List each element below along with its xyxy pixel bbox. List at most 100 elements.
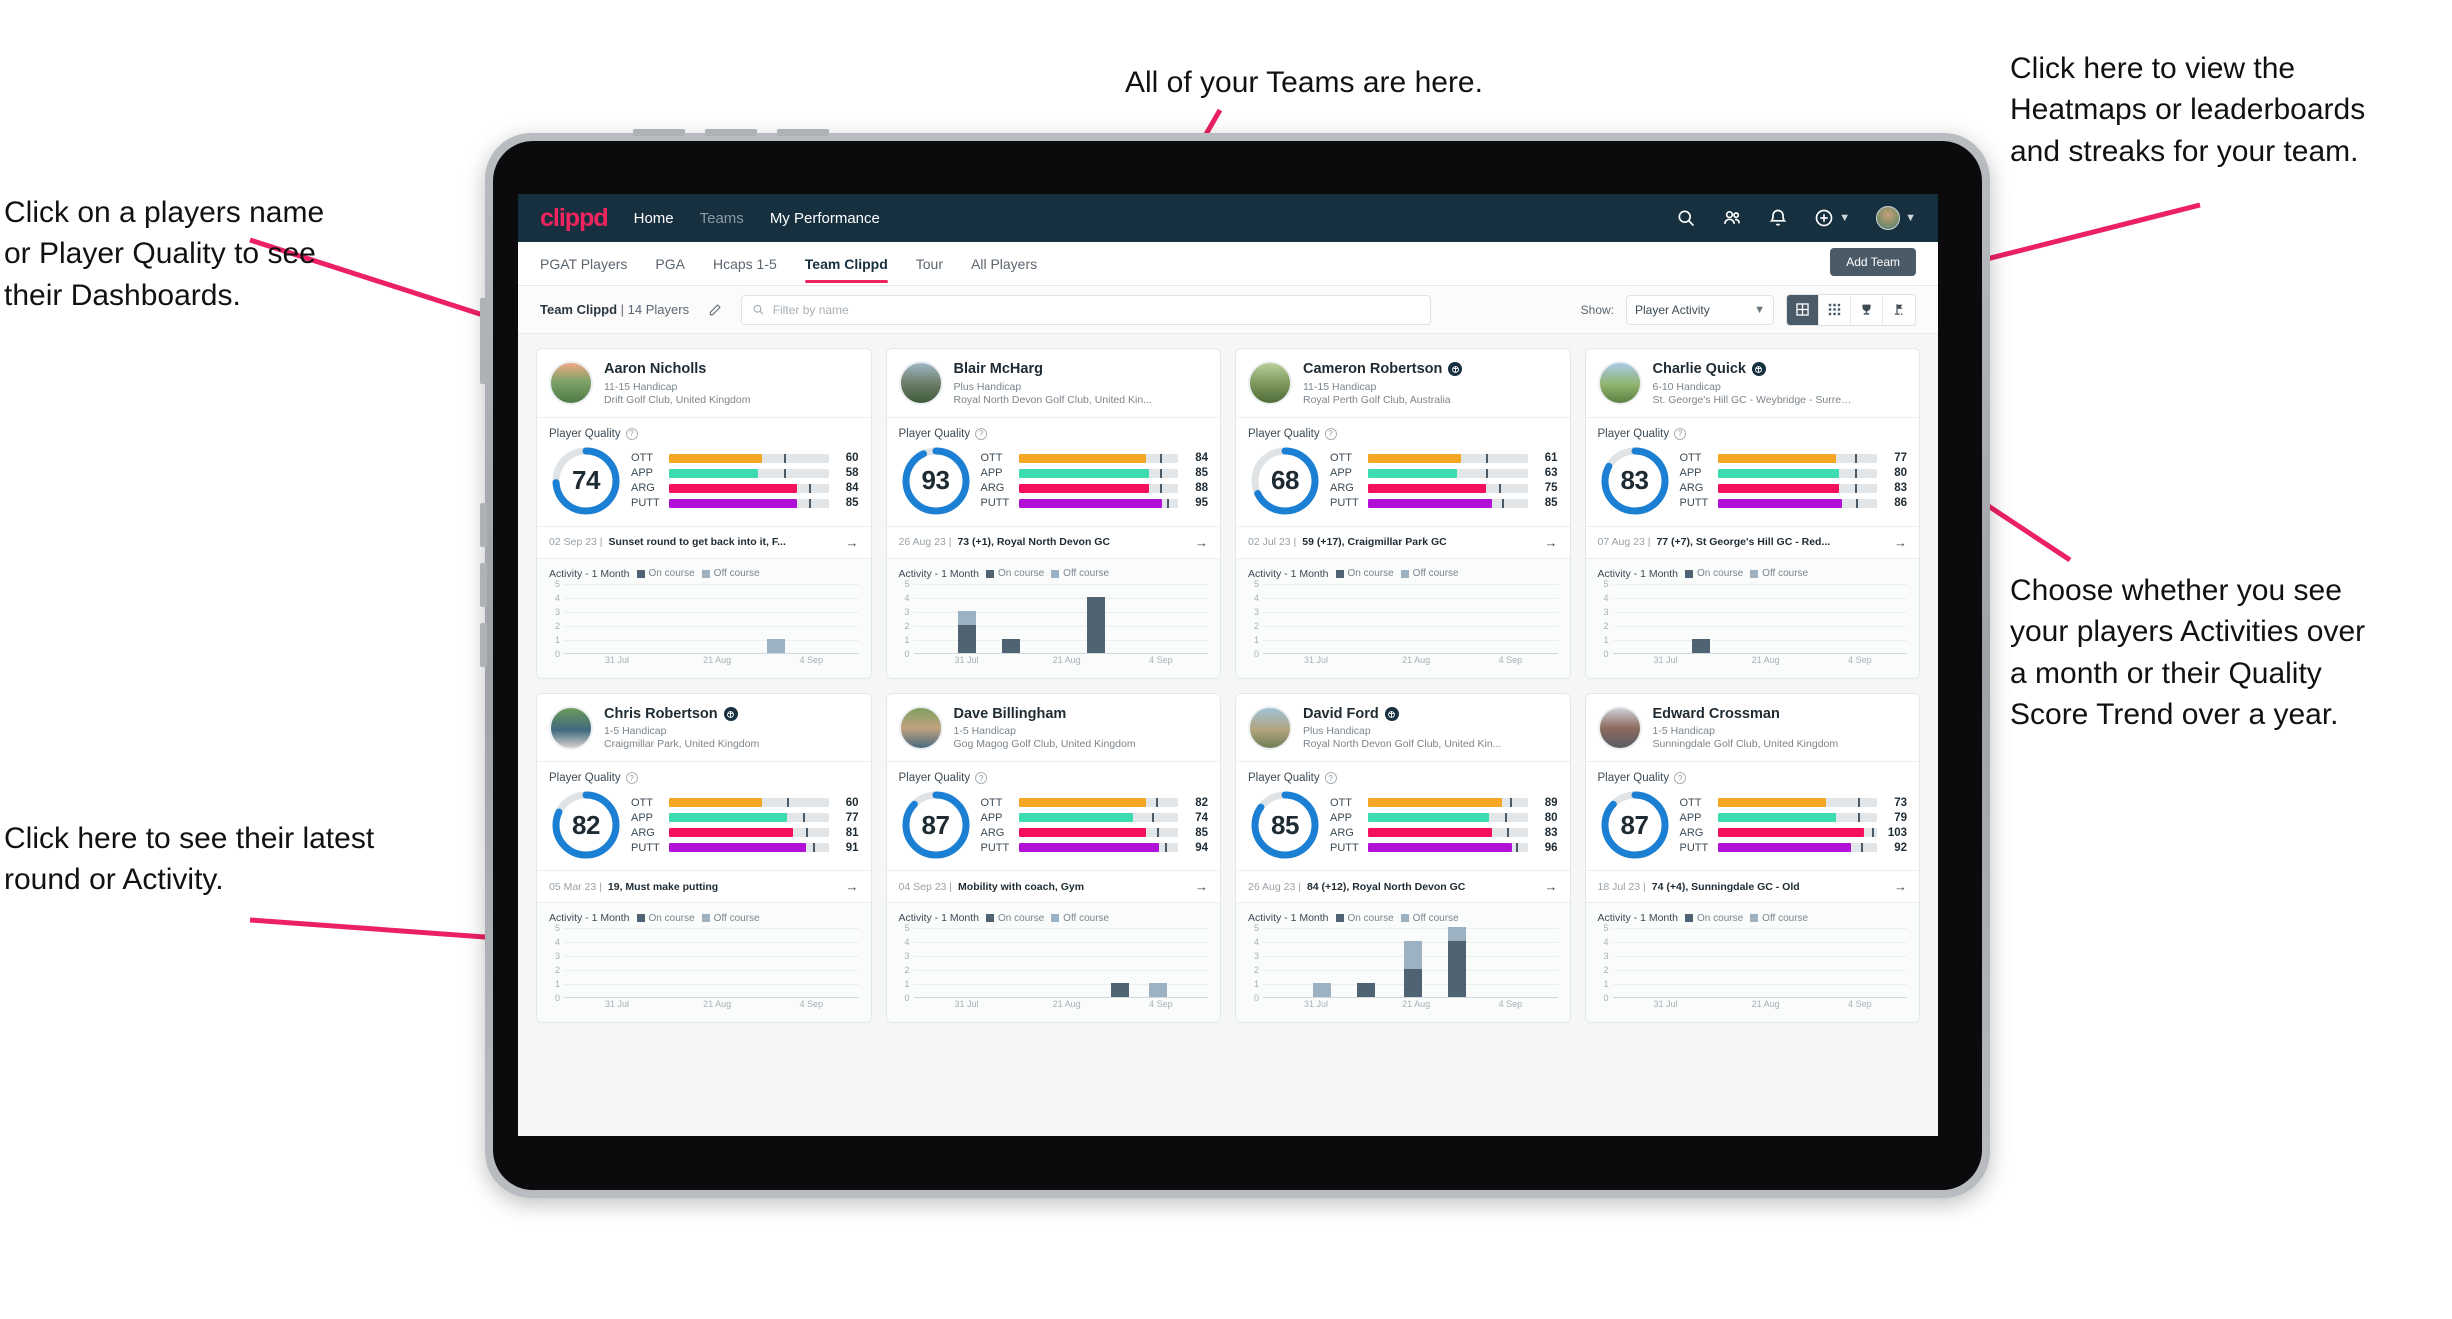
help-icon[interactable]: ? bbox=[1674, 772, 1687, 785]
player-card[interactable]: Edward Crossman 1-5 Handicap Sunningdale G… bbox=[1584, 692, 1920, 1024]
player-name[interactable]: Cameron Robertson bbox=[1303, 361, 1463, 378]
player-card-header[interactable]: Chris Robertson 1-5 Handicap Craigmillar P… bbox=[537, 694, 871, 763]
help-icon[interactable]: ? bbox=[625, 427, 638, 440]
latest-round-row[interactable]: 18 Jul 23 | 74 (+4), Sunningdale GC - Old… bbox=[1585, 871, 1919, 904]
metric-bar-fill bbox=[1018, 498, 1163, 508]
player-quality-section[interactable]: Player Quality? 68 OTT 61 APP 63 ARG 75 PUTT 85 bbox=[1236, 418, 1570, 527]
metric-benchmark-tick bbox=[1505, 813, 1508, 823]
player-name[interactable]: Blair McHarg bbox=[954, 361, 1152, 378]
quality-metric-row: PUTT 94 bbox=[981, 842, 1209, 854]
player-card-header[interactable]: David Ford Plus Handicap Royal North Devon… bbox=[1236, 694, 1570, 763]
latest-round-row[interactable]: 26 Aug 23 | 73 (+1), Royal North Devon GC… bbox=[886, 526, 1220, 559]
metric-label: APP bbox=[631, 467, 654, 480]
chart-gridline bbox=[1612, 639, 1907, 641]
player-quality-section[interactable]: Player Quality? 87 OTT 73 APP 79 ARG 103 PUTT 92 bbox=[1585, 762, 1919, 872]
player-quality-label: Player Quality bbox=[898, 772, 971, 785]
metric-value: 82 bbox=[1195, 796, 1208, 809]
player-name[interactable]: Dave Billingham bbox=[954, 706, 1136, 723]
quality-metrics-list: OTT 89 APP 80 ARG 83 PUTT 96 bbox=[1330, 797, 1558, 854]
player-card[interactable]: David Ford Plus Handicap Royal North Devon… bbox=[1235, 692, 1571, 1024]
player-card-header[interactable]: Aaron Nicholls 11-15 Handicap Drift Golf C… bbox=[537, 349, 871, 418]
player-name[interactable]: David Ford bbox=[1303, 706, 1501, 723]
help-icon[interactable]: ? bbox=[625, 772, 638, 785]
nav-link-teams[interactable]: Teams bbox=[700, 210, 744, 227]
arrow-right-icon[interactable]: → bbox=[846, 535, 859, 550]
show-select[interactable]: Player Activity ▼ bbox=[1626, 294, 1774, 325]
player-quality-section[interactable]: Player Quality? 82 OTT 60 APP 77 ARG 81 PUTT 91 bbox=[537, 762, 871, 872]
metric-label: ARG bbox=[1330, 482, 1354, 495]
streaks-flag-button[interactable] bbox=[1883, 294, 1915, 325]
chart-gridline bbox=[1612, 597, 1907, 599]
chart-gridline bbox=[564, 942, 859, 944]
player-card[interactable]: Chris Robertson 1-5 Handicap Craigmillar P… bbox=[536, 692, 872, 1024]
quality-metric-row: APP 80 bbox=[1330, 812, 1558, 824]
people-icon[interactable] bbox=[1722, 208, 1742, 228]
search-field-wrapper[interactable] bbox=[741, 294, 1432, 325]
help-icon[interactable]: ? bbox=[975, 427, 988, 440]
latest-round-row[interactable]: 04 Sep 23 | Mobility with coach, Gym → bbox=[886, 871, 1220, 904]
player-card[interactable]: Charlie Quick 6-10 Handicap St. George's H… bbox=[1584, 348, 1920, 679]
latest-round-row[interactable]: 26 Aug 23 | 84 (+12), Royal North Devon G… bbox=[1236, 871, 1570, 904]
y-tick-label: 2 bbox=[1253, 620, 1259, 631]
player-card-header[interactable]: Dave Billingham 1-5 Handicap Gog Magog Gol… bbox=[886, 694, 1220, 763]
help-icon[interactable]: ? bbox=[1674, 427, 1687, 440]
help-icon[interactable]: ? bbox=[975, 772, 988, 785]
arrow-right-icon[interactable]: → bbox=[1894, 535, 1907, 550]
metric-bar-fill bbox=[1368, 468, 1458, 478]
tab-team-clippd[interactable]: Team Clippd bbox=[804, 242, 888, 286]
search-input[interactable] bbox=[772, 302, 1421, 317]
help-icon[interactable]: ? bbox=[1324, 772, 1337, 785]
tab-tour[interactable]: Tour bbox=[916, 242, 943, 286]
player-card[interactable]: Blair McHarg Plus Handicap Royal North Dev… bbox=[885, 348, 1221, 679]
plus-circle-icon[interactable]: ▼ bbox=[1814, 208, 1850, 228]
player-quality-section[interactable]: Player Quality? 74 OTT 60 APP 58 ARG 84 PUTT 85 bbox=[537, 418, 871, 527]
latest-round-row[interactable]: 07 Aug 23 | 77 (+7), St George's Hill GC … bbox=[1585, 526, 1919, 559]
arrow-right-icon[interactable]: → bbox=[1545, 879, 1558, 894]
dense-grid-view-button[interactable] bbox=[1819, 294, 1851, 325]
player-name[interactable]: Edward Crossman bbox=[1653, 706, 1839, 723]
player-card-header[interactable]: Charlie Quick 6-10 Handicap St. George's H… bbox=[1585, 349, 1919, 418]
player-card-header[interactable]: Edward Crossman 1-5 Handicap Sunningdale G… bbox=[1585, 694, 1919, 763]
player-card-header[interactable]: Blair McHarg Plus Handicap Royal North Dev… bbox=[886, 349, 1220, 418]
nav-link-my-performance[interactable]: My Performance bbox=[770, 210, 880, 227]
tab-all-players[interactable]: All Players bbox=[971, 242, 1037, 286]
metric-bar-fill bbox=[1717, 483, 1839, 493]
player-card[interactable]: Cameron Robertson 11-15 Handicap Royal Per… bbox=[1235, 348, 1571, 679]
clippd-logo[interactable]: clippd bbox=[540, 204, 609, 233]
device-side-button-2 bbox=[480, 563, 487, 607]
latest-round-row[interactable]: 02 Jul 23 | 59 (+17), Craigmillar Park GC… bbox=[1236, 526, 1570, 559]
player-name[interactable]: Charlie Quick bbox=[1653, 361, 1853, 378]
avatar-menu[interactable]: ▼ bbox=[1876, 206, 1916, 230]
player-quality-section[interactable]: Player Quality? 83 OTT 77 APP 80 ARG 83 PUTT 86 bbox=[1585, 418, 1919, 527]
avatar bbox=[898, 361, 943, 405]
player-name[interactable]: Chris Robertson bbox=[604, 706, 759, 723]
metric-label: OTT bbox=[1679, 452, 1702, 465]
nav-link-home[interactable]: Home bbox=[634, 210, 674, 227]
bell-icon[interactable] bbox=[1768, 208, 1788, 228]
player-card[interactable]: Aaron Nicholls 11-15 Handicap Drift Golf C… bbox=[536, 348, 872, 679]
player-quality-section[interactable]: Player Quality? 93 OTT 84 APP 85 ARG 88 PUTT 95 bbox=[886, 418, 1220, 527]
player-quality-section[interactable]: Player Quality? 85 OTT 89 APP 80 ARG 83 PUTT 96 bbox=[1236, 762, 1570, 872]
arrow-right-icon[interactable]: → bbox=[1195, 879, 1208, 894]
player-card[interactable]: Dave Billingham 1-5 Handicap Gog Magog Gol… bbox=[885, 692, 1221, 1024]
metric-bar-fill bbox=[1717, 498, 1842, 508]
tab-hcaps-1-5[interactable]: Hcaps 1-5 bbox=[713, 242, 777, 286]
pencil-icon[interactable] bbox=[701, 296, 729, 324]
search-icon[interactable] bbox=[1676, 208, 1696, 228]
grid-view-button[interactable] bbox=[1787, 294, 1819, 325]
player-card-header[interactable]: Cameron Robertson 11-15 Handicap Royal Per… bbox=[1236, 349, 1570, 418]
add-team-button[interactable]: Add Team bbox=[1830, 248, 1916, 276]
latest-round-row[interactable]: 02 Sep 23 | Sunset round to get back into… bbox=[537, 526, 871, 559]
arrow-right-icon[interactable]: → bbox=[846, 879, 859, 894]
arrow-right-icon[interactable]: → bbox=[1894, 879, 1907, 894]
help-icon[interactable]: ? bbox=[1324, 427, 1337, 440]
tab-pga[interactable]: PGA bbox=[655, 242, 685, 286]
latest-round-row[interactable]: 05 Mar 23 | 19, Must make putting → bbox=[537, 871, 871, 904]
arrow-right-icon[interactable]: → bbox=[1545, 535, 1558, 550]
player-quality-section[interactable]: Player Quality? 87 OTT 82 APP 74 ARG 85 PUTT 94 bbox=[886, 762, 1220, 872]
chart-gridline bbox=[1612, 970, 1907, 972]
leaderboard-trophy-button[interactable] bbox=[1851, 294, 1883, 325]
arrow-right-icon[interactable]: → bbox=[1195, 535, 1208, 550]
player-name[interactable]: Aaron Nicholls bbox=[604, 361, 750, 378]
tab-pgat-players[interactable]: PGAT Players bbox=[540, 242, 627, 286]
